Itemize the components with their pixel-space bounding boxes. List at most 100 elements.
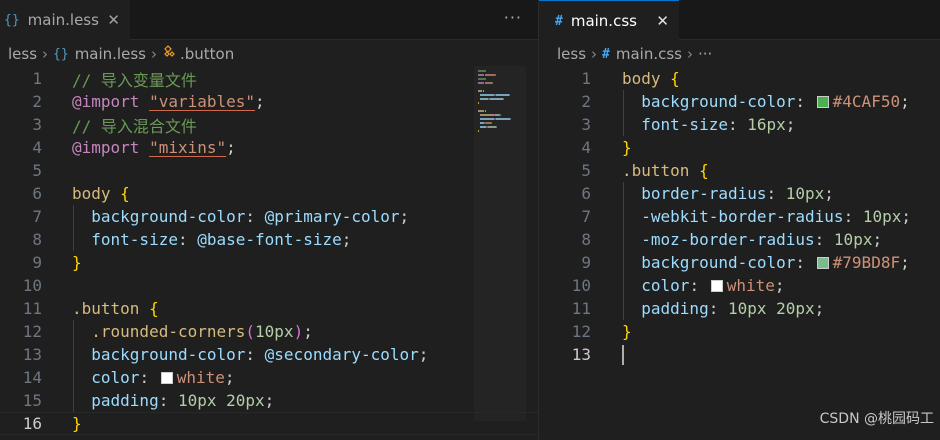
line-number: 10 [22, 276, 42, 295]
breadcrumb-file[interactable]: main.css [616, 45, 682, 63]
code-line[interactable]: 4} [539, 136, 940, 159]
code-line[interactable]: 4 @import "mixins"; [0, 136, 538, 159]
code-line[interactable]: 15 padding: 10px 20px; [0, 389, 538, 412]
code-text: .rounded-corners(10px); [72, 322, 313, 341]
code-text: @import "mixins"; [72, 138, 236, 157]
code-token: @base-font-size [197, 230, 342, 249]
line-number: 7 [32, 207, 42, 226]
code-line[interactable]: 10 [0, 274, 538, 297]
indent-guide [623, 182, 624, 320]
line-number: 2 [32, 92, 42, 111]
code-text: } [622, 322, 632, 341]
color-swatch-icon[interactable] [160, 372, 173, 384]
breadcrumb-folder[interactable]: less [557, 45, 586, 63]
close-icon[interactable]: ✕ [656, 12, 669, 30]
close-icon[interactable]: ✕ [107, 11, 120, 29]
code-line[interactable]: 5 [0, 159, 538, 182]
code-line[interactable]: 1 body { [539, 67, 940, 90]
code-line[interactable]: 12 .rounded-corners(10px); [0, 320, 538, 343]
tab-label: main.less [27, 11, 99, 29]
code-line[interactable]: 2 @import "variables"; [0, 90, 538, 113]
code-line[interactable]: 13 [539, 343, 940, 366]
code-token: @import [72, 138, 140, 157]
color-swatch-icon[interactable] [816, 96, 829, 108]
code-token: padding [91, 391, 159, 410]
code-token: { [149, 299, 159, 318]
indent-guide [73, 205, 74, 251]
breadcrumb-more[interactable]: ··· [698, 45, 712, 63]
code-token: : [814, 230, 834, 249]
code-line[interactable]: 14 color: white; [0, 366, 538, 389]
code-token: ( [245, 322, 256, 341]
color-swatch-icon[interactable] [710, 280, 723, 292]
breadcrumb: less › {} main.less › .button [0, 42, 538, 66]
code-line[interactable]: 7 -webkit-border-radius: 10px; [539, 205, 940, 228]
code-line[interactable]: 8 font-size: @base-font-size; [0, 228, 538, 251]
code-text: background-color: #79BD8F; [622, 253, 909, 272]
breadcrumb-file[interactable]: main.less [75, 45, 146, 63]
code-editor[interactable]: 1 body {2 background-color: #4CAF50; 3 fon… [539, 66, 940, 440]
code-editor[interactable]: 1 // 导入变量文件 2 @import "variables"; 3 // 导入混合文… [0, 66, 538, 440]
code-token: ; [341, 230, 352, 249]
line-number: 7 [581, 207, 591, 226]
code-token: } [72, 414, 82, 433]
code-text: -moz-border-radius: 10px; [622, 230, 882, 249]
code-token: body [72, 184, 111, 203]
color-swatch-icon[interactable] [816, 257, 829, 269]
code-token: "variables" [149, 92, 256, 111]
code-line[interactable]: 3 // 导入混合文件 [0, 113, 538, 136]
code-token: : [708, 299, 728, 318]
line-number: 9 [581, 253, 591, 272]
code-line[interactable]: 10 color: white; [539, 274, 940, 297]
code-text: background-color: #4CAF50; [622, 92, 909, 111]
code-token: { [670, 69, 680, 88]
code-line[interactable]: 9} [0, 251, 538, 274]
code-line[interactable]: 2 background-color: #4CAF50; [539, 90, 940, 113]
line-number: 6 [581, 184, 591, 203]
left-editor-pane: {} main.less ✕ ··· less › {} main.less ›… [0, 0, 538, 440]
code-line[interactable]: 3 font-size: 16px; [539, 113, 940, 136]
code-text: padding: 10px 20px; [622, 299, 824, 318]
code-line[interactable]: 16} [0, 412, 538, 435]
code-text: } [72, 414, 82, 433]
code-line[interactable]: 11 padding: 10px 20px; [539, 297, 940, 320]
code-line[interactable]: 7 background-color: @primary-color; [0, 205, 538, 228]
code-token: background-color [91, 207, 246, 226]
tab-main-less[interactable]: {} main.less ✕ [0, 0, 130, 40]
code-line[interactable]: 13 background-color: @secondary-color; [0, 343, 538, 366]
code-line[interactable]: 6 body { [0, 182, 538, 205]
code-token: .button [72, 299, 140, 318]
code-token: { [120, 184, 130, 203]
chevron-right-icon: › [42, 45, 49, 63]
left-tab-bar: {} main.less ✕ ··· [0, 0, 538, 40]
code-token: -webkit-border-radius [641, 207, 844, 226]
code-token: 10px 20px [727, 299, 815, 318]
code-token: : [795, 253, 815, 272]
code-token: .button [622, 161, 690, 180]
code-line[interactable]: 5 .button { [539, 159, 940, 182]
line-number: 4 [581, 138, 591, 157]
code-line[interactable]: 11 .button { [0, 297, 538, 320]
code-line[interactable]: 8 -moz-border-radius: 10px; [539, 228, 940, 251]
code-text: border-radius: 10px; [622, 184, 834, 203]
code-token: } [622, 138, 632, 157]
code-token: "mixins" [149, 138, 227, 157]
right-editor-pane: # main.css ✕ less › # main.css › ··· 1 bo… [539, 0, 940, 440]
code-line[interactable]: 9 background-color: #79BD8F; [539, 251, 940, 274]
more-actions-icon[interactable]: ··· [504, 8, 522, 27]
tab-main-css[interactable]: # main.css ✕ [539, 0, 679, 41]
code-line[interactable]: 12} [539, 320, 940, 343]
breadcrumb-folder[interactable]: less [8, 45, 37, 63]
code-line[interactable]: 6 border-radius: 10px; [539, 182, 940, 205]
breadcrumb-symbol[interactable]: .button [180, 45, 234, 63]
code-line[interactable]: 1 // 导入变量文件 [0, 67, 538, 90]
code-text: font-size: 16px; [622, 115, 795, 134]
